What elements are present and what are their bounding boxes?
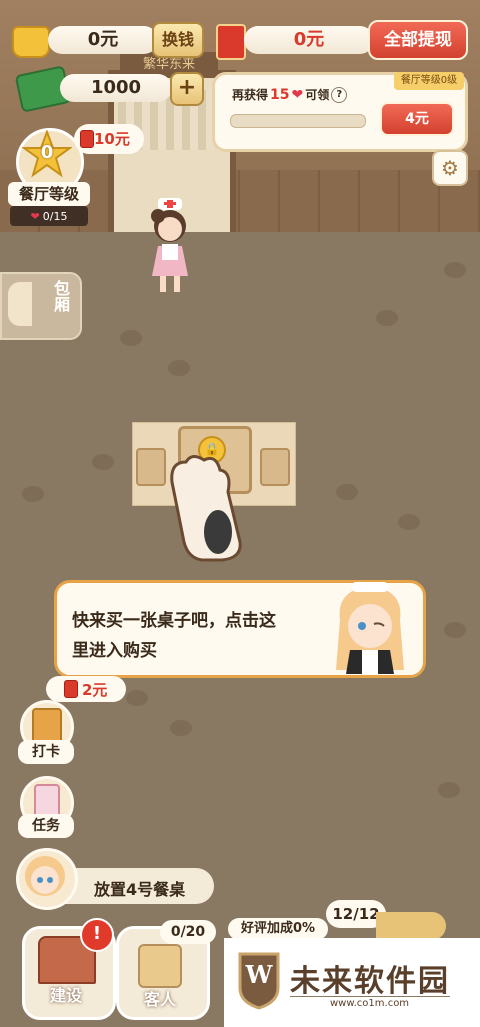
tap-paw-hand-icon [170,455,242,562]
tutorial-line-1: 快来买一张桌子吧，点击这 [72,611,276,631]
exchange-button[interactable]: 换钱 [152,22,204,58]
coins-balance: 0元 [48,26,158,54]
avatar [25,856,65,896]
heart-icon: ❤ [291,86,304,103]
task-label: 任务 [18,814,74,838]
door-icon [8,282,32,326]
red-packet-icon [216,24,246,60]
floor-flower-icon [376,310,398,326]
task-list-icon [34,784,60,818]
capacity-bar-decor [376,912,446,940]
red-packet-icon [64,680,78,698]
floor-flower-icon [444,262,466,278]
reward-progress-bar [230,114,366,128]
watermark-url: www.co1m.com [330,998,410,1009]
checkin-red-packet-amount: 2元 [82,681,108,699]
level-label: 餐厅等级 [8,182,90,206]
floor-flower-icon [170,720,192,736]
floor-flower-icon [126,690,148,706]
watermark-divider [290,996,450,997]
heart-icon: ❤ [30,209,40,223]
level-tag: 餐厅等级0级 [394,72,464,90]
waitress-character [151,198,188,292]
level-hearts: ❤ 0/15 [10,206,88,226]
private-room-label: 包厢 [51,280,70,312]
level-red-packet-amount: 10元 [94,130,130,148]
customer-count: 0/20 [160,920,216,944]
place-table-text: 放置4号餐桌 [94,880,186,899]
floor-flower-icon [438,782,460,798]
floor-flower-icon [92,454,114,470]
gold-ingot-icon [12,26,50,58]
tutorial-line-2: 里进入购买 [72,641,157,661]
floor-flower-icon [168,360,190,376]
checkin-label: 打卡 [18,740,74,764]
reward-count: 15 [270,86,290,103]
rating-bonus: 好评加成0% [228,918,328,940]
chair-right [260,448,290,486]
customer-label: 客人 [143,990,176,1009]
redpacket-balance: 0元 [244,26,374,54]
reward-prefix: 再获得 [232,88,269,102]
floor-flower-icon [398,514,420,530]
watermark-brand: 未来软件园 [290,964,450,999]
cash-balance: 1000 [60,74,172,102]
watermark-logo-letter: W [245,960,273,989]
withdraw-all-button[interactable]: 全部提现 [368,20,468,60]
reward-requirement: 再获得 15 ❤ 可领 ? [232,86,348,103]
level-hearts-value: 0/15 [42,209,68,223]
reward-suffix: 可领 [305,88,330,102]
maid-character [336,582,404,674]
level-number: 0 [40,142,54,163]
alert-badge-icon: ! [80,918,114,952]
claim-reward-button[interactable]: 4元 [380,102,454,136]
red-packet-icon [80,130,94,148]
add-cash-button[interactable]: + [170,72,204,106]
scroll-icon [138,944,182,988]
floor-flower-icon [444,622,466,638]
floor-flower-icon [22,486,44,502]
build-label: 建设 [49,986,82,1005]
calendar-icon [32,708,62,744]
floor-flower-icon [120,330,142,346]
floor-flower-icon [336,484,358,500]
gear-icon[interactable]: ⚙ [432,150,468,186]
help-icon[interactable]: ? [331,86,348,103]
